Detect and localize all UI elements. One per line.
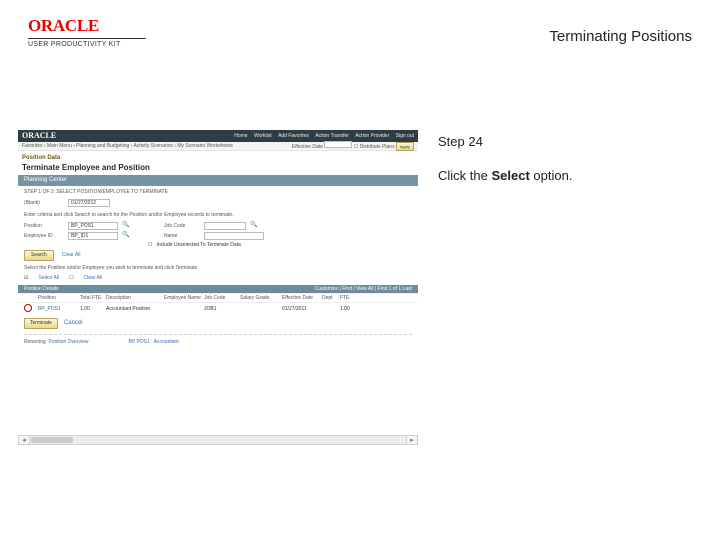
apply-button[interactable]: Apply (396, 142, 414, 151)
horizontal-scrollbar[interactable]: ◂ ▸ (18, 435, 418, 445)
nav-link[interactable]: Action Provider (355, 133, 389, 139)
col-job: Job Code (204, 295, 240, 301)
clear-all-link-2[interactable]: Clear All (84, 275, 103, 281)
results-controls[interactable]: Customize | Find | View All | First 1 of… (315, 286, 412, 292)
eff-label: Effective Date (292, 144, 323, 150)
brand-block: ORACLE USER PRODUCTIVITY KIT (28, 16, 146, 48)
clear-all-link[interactable]: Clear All (62, 252, 81, 258)
blank-label: (Blank) (24, 200, 64, 206)
scroll-thumb[interactable] (31, 437, 73, 443)
search-button[interactable]: Search (24, 250, 54, 261)
ref-value: BP POS1 : Accountant (128, 339, 178, 345)
step-label: Step 24 (438, 134, 483, 149)
nav-link[interactable]: Add Favorites (278, 133, 309, 139)
breadcrumb-right: Effective Date ☐ Distribute Plans Apply (292, 141, 414, 151)
col-fte: Total FTE (80, 295, 106, 301)
lookup-icon[interactable]: 🔍 (122, 232, 130, 240)
row-eff: 01/27/2011 (282, 306, 322, 312)
criteria-hint: Enter criteria and click Search to searc… (18, 208, 418, 221)
col-position: Position (38, 295, 80, 301)
table-row: BP_POS1 1.00 Accountant Position JOB1 01… (18, 303, 418, 315)
terminate-button[interactable]: Terminate (24, 318, 58, 329)
topic-title: Terminating Positions (549, 28, 692, 45)
breadcrumb: Favorites › Main Menu › Planning and Bud… (18, 142, 418, 151)
include-label: Include Unselected To Terminate Data (156, 242, 240, 248)
page-heading: Terminate Employee and Position (18, 163, 418, 175)
col-sal: Salary Grade (240, 295, 282, 301)
instruction-bold: Select (491, 168, 529, 183)
instruction-suffix: option. (530, 168, 573, 183)
scroll-right-icon[interactable]: ▸ (406, 436, 417, 444)
cancel-link[interactable]: Cancel (64, 320, 83, 327)
results-title: Position Details (24, 286, 58, 292)
app-nav-logo: ORACLE (22, 131, 56, 141)
name-input[interactable] (204, 232, 264, 240)
return-link[interactable]: Position Overview (48, 339, 88, 345)
col-emp: Employee Name (164, 295, 204, 301)
step-line: STEP 1 OF 2: SELECT POSITION/EMPLOYEE TO… (18, 186, 418, 198)
select-option[interactable] (24, 304, 32, 312)
select-all-link[interactable]: Select All (38, 275, 59, 281)
col-ftecap: FTE (340, 295, 372, 301)
instruction-prefix: Click the (438, 168, 491, 183)
col-desc: Description (106, 295, 164, 301)
return-label: Returning (24, 339, 46, 345)
app-nav-links: Home Worklist Add Favorites Action Trans… (229, 133, 414, 139)
include-check[interactable]: ☐ (148, 242, 152, 248)
lookup-icon[interactable]: 🔍 (250, 222, 258, 230)
brand-product: USER PRODUCTIVITY KIT (28, 41, 146, 48)
section-title: Position Data (18, 151, 418, 163)
employee-input[interactable]: BP_ID1 (68, 232, 118, 240)
scroll-left-icon[interactable]: ◂ (19, 436, 30, 444)
breadcrumb-path: Favorites › Main Menu › Planning and Bud… (22, 143, 233, 149)
nav-link[interactable]: Home (234, 133, 247, 139)
table-header: Position Total FTE Description Employee … (18, 293, 418, 303)
row-ftecap: 1.00 (340, 306, 372, 312)
nav-link[interactable]: Action Transfer (315, 133, 349, 139)
row-desc: Accountant Position (106, 306, 164, 312)
date-input[interactable]: 01/27/2012 (68, 199, 110, 207)
nav-link[interactable]: Sign out (396, 133, 414, 139)
row-position[interactable]: BP_POS1 (38, 306, 80, 312)
name-label: Name (164, 233, 200, 239)
eff-date-input[interactable] (324, 141, 352, 148)
lookup-icon[interactable]: 🔍 (122, 222, 130, 230)
panel-bar: Planning Center (18, 175, 418, 186)
oracle-logo: ORACLE (28, 16, 146, 36)
nav-link[interactable]: Worklist (254, 133, 272, 139)
jobcode-input[interactable] (204, 222, 246, 230)
row-fte: 1.00 (80, 306, 106, 312)
position-label: Position (24, 223, 64, 229)
col-dept: Dept (322, 295, 340, 301)
distribute-label: Distribute Plans (360, 144, 395, 150)
row-job: JOB1 (204, 306, 240, 312)
brand-divider (28, 38, 146, 39)
step-instruction: Click the Select option. (438, 168, 572, 183)
clearall-check[interactable]: ☐ (69, 275, 73, 281)
col-eff: Effective Date (282, 295, 322, 301)
distribute-check[interactable]: ☐ (354, 144, 358, 150)
app-screenshot: ORACLE Home Worklist Add Favorites Actio… (18, 130, 418, 440)
select-hint: Select the Position and/or Employee you … (18, 262, 418, 274)
employee-label: Employee ID (24, 233, 64, 239)
position-input[interactable]: BP_POS1 (68, 222, 118, 230)
selectall-check[interactable]: ☑ (24, 275, 28, 281)
jobcode-label: Job Code (164, 223, 200, 229)
